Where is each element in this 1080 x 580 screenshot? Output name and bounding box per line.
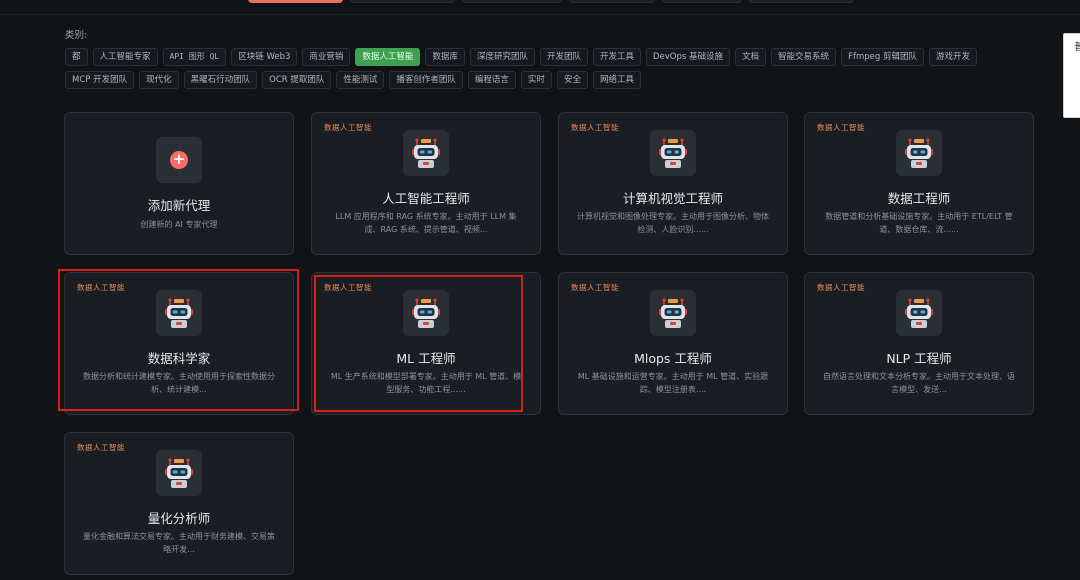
agent-card[interactable]: 数据人工智能 NLP 工程师 自然语言处理和文本分析专家。主动用于文本处理、语言…	[804, 272, 1034, 415]
category-chip[interactable]: 安全	[556, 71, 588, 89]
card-desc: ML 生产系统和模型部署专家。主动用于 ML 管道、模型服务、功能工程.....…	[330, 372, 522, 394]
category-chip[interactable]: OCR 提取团队	[262, 71, 332, 89]
robot-icon	[650, 130, 696, 176]
agent-card[interactable]: 数据人工智能 数据科学家 数据分析和统计建模专家。主动使用用于探索性数据分析、统…	[64, 272, 294, 415]
category-chip-selected[interactable]: 数据人工智能	[355, 48, 421, 66]
card-desc: 自然语言处理和文本分析专家。主动用于文本处理、语言模型、发送...	[823, 372, 1015, 394]
category-chip[interactable]: 网络工具	[592, 71, 641, 89]
side-panel-text: 普	[1074, 42, 1080, 53]
category-chip[interactable]: 智能交易系统	[771, 48, 837, 66]
card-tag: 数据人工智能	[571, 283, 619, 292]
robot-icon	[650, 290, 696, 336]
card-title: 量化分析师	[147, 511, 211, 526]
top-tab[interactable]	[749, 0, 854, 3]
card-desc: 数据管道和分析基础设施专家。主动用于 ETL/ELT 管道、数据仓库、流....…	[825, 212, 1013, 234]
agent-card[interactable]: 数据人工智能 数据工程师 数据管道和分析基础设施专家。主动用于 ETL/ELT …	[804, 112, 1034, 255]
top-tab[interactable]	[662, 0, 742, 3]
category-chip[interactable]: DevOps 基础设施	[646, 48, 731, 66]
agent-card[interactable]: 数据人工智能 量化分析师 量化金融和算法交易专家。主动用于财务建模、交易策略开发…	[64, 432, 294, 575]
card-title: 计算机视觉工程师	[622, 191, 723, 206]
card-desc: 计算机视觉和图像处理专家。主动用于图像分析、物体检测、人脸识别......	[577, 212, 769, 234]
card-desc: LLM 应用程序和 RAG 系统专家。主动用于 LLM 集成、RAG 系统、提示…	[335, 212, 517, 234]
top-tab-active[interactable]	[248, 0, 343, 3]
robot-icon	[156, 450, 202, 496]
category-chip[interactable]: 性能测试	[336, 71, 385, 89]
card-desc: 数据分析和统计建模专家。主动使用用于探索性数据分析、统计建模...	[83, 372, 275, 394]
card-title: ML 工程师	[396, 351, 456, 366]
add-icon-box: +	[156, 137, 202, 183]
category-chip[interactable]: 开发工具	[592, 48, 641, 66]
category-chip[interactable]: 开发团队	[539, 48, 588, 66]
agent-card[interactable]: 数据人工智能 人工智能工程师 LLM 应用程序和 RAG 系统专家。主动用于 L…	[311, 112, 541, 255]
card-desc: ML 基础设施和运营专家。主动用于 ML 管道、实验跟踪、模型注册表....	[577, 372, 769, 394]
category-chip[interactable]: 区块链 Web3	[231, 48, 298, 66]
card-tag: 数据人工智能	[324, 123, 372, 132]
card-title: 数据工程师	[887, 191, 951, 206]
agent-card[interactable]: 数据人工智能 ML 工程师 ML 生产系统和模型部署专家。主动用于 ML 管道、…	[311, 272, 541, 415]
robot-icon	[403, 290, 449, 336]
card-desc: 创建新的 AI 专家代理	[140, 220, 218, 229]
card-tag: 数据人工智能	[77, 443, 125, 452]
agent-card[interactable]: 数据人工智能 Mlops 工程师 ML 基础设施和运营专家。主动用于 ML 管道…	[558, 272, 788, 415]
agent-gallery-page: 类别: 都 人工智能专家 API 图形 QL 区块链 Web3 商业营销 数据人…	[0, 0, 1080, 580]
category-chip[interactable]: 深度研究团队	[469, 48, 535, 66]
category-chip[interactable]: 都	[65, 48, 88, 66]
category-chip[interactable]: MCP 开发团队	[65, 71, 135, 89]
card-tag: 数据人工智能	[817, 283, 865, 292]
category-chip[interactable]: 现代化	[139, 71, 179, 89]
category-chip[interactable]: Ffmpeg 剪辑团队	[841, 48, 924, 66]
top-tab[interactable]	[462, 0, 562, 3]
agent-card[interactable]: 数据人工智能 计算机视觉工程师 计算机视觉和图像处理专家。主动用于图像分析、物体…	[558, 112, 788, 255]
robot-icon	[403, 130, 449, 176]
top-tab[interactable]	[350, 0, 455, 3]
card-tag: 数据人工智能	[571, 123, 619, 132]
card-title: 数据科学家	[147, 351, 211, 366]
category-chip[interactable]: 文档	[735, 48, 767, 66]
divider	[0, 14, 1080, 15]
category-chip[interactable]: 人工智能专家	[92, 48, 158, 66]
card-title: Mlops 工程师	[634, 351, 712, 366]
plus-icon: +	[170, 151, 188, 169]
category-chip[interactable]: 游戏开发	[928, 48, 977, 66]
card-desc: 量化金融和算法交易专家。主动用于财务建模、交易策略开发...	[83, 532, 275, 554]
category-chip[interactable]: 商业营销	[302, 48, 351, 66]
side-panel: 普	[1063, 33, 1080, 118]
robot-icon	[896, 290, 942, 336]
category-chip[interactable]: API 图形 QL	[162, 48, 227, 66]
add-agent-card[interactable]: + 添加新代理 创建新的 AI 专家代理	[64, 112, 294, 255]
top-tab[interactable]	[569, 0, 655, 3]
category-label: 类别:	[65, 30, 88, 41]
robot-icon	[156, 290, 202, 336]
category-chip[interactable]: 播客创作者团队	[389, 71, 463, 89]
card-title: 人工智能工程师	[382, 191, 470, 206]
category-chip-row-2: MCP 开发团队 现代化 黑曜石行动团队 OCR 提取团队 性能测试 播客创作者…	[65, 71, 641, 89]
card-title: NLP 工程师	[886, 351, 952, 366]
category-chip[interactable]: 数据库	[425, 48, 465, 66]
card-tag: 数据人工智能	[324, 283, 372, 292]
category-chip[interactable]: 编程语言	[467, 71, 516, 89]
category-chip[interactable]: 实时	[520, 71, 552, 89]
card-tag: 数据人工智能	[817, 123, 865, 132]
category-chip-row-1: 都 人工智能专家 API 图形 QL 区块链 Web3 商业营销 数据人工智能 …	[65, 48, 977, 66]
category-chip[interactable]: 黑曜石行动团队	[183, 71, 258, 89]
robot-icon	[896, 130, 942, 176]
card-title: 添加新代理	[147, 198, 211, 213]
top-tab-strip	[248, 0, 854, 3]
card-tag: 数据人工智能	[77, 283, 125, 292]
